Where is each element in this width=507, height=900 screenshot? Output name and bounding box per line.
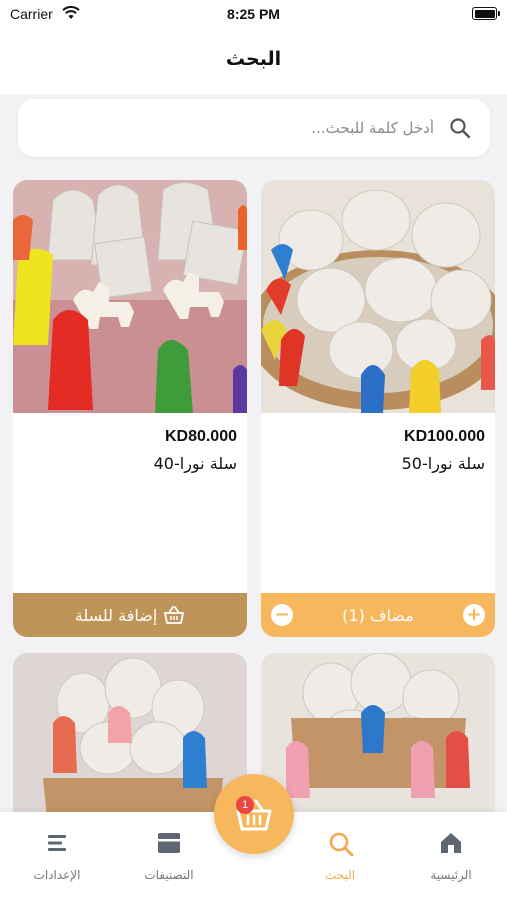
tab-home[interactable]: الرئيسية — [401, 812, 501, 892]
tab-settings[interactable]: الإعدادات — [7, 812, 107, 892]
cart-button[interactable]: 1 — [214, 774, 294, 854]
decrease-quantity-button[interactable]: − — [271, 604, 294, 626]
home-icon — [441, 833, 461, 853]
tab-label: البحث — [324, 868, 356, 882]
cart-count-badge: 1 — [236, 796, 254, 814]
tab-label: الإعدادات — [33, 868, 81, 882]
tab-categories[interactable]: التصنيفات — [119, 812, 219, 892]
tab-search[interactable]: البحث — [290, 812, 390, 892]
battery-icon — [472, 7, 500, 20]
search-bar[interactable] — [18, 99, 490, 157]
add-to-cart-button[interactable]: إضافة للسلة — [13, 593, 247, 637]
product-price: KD100.000 — [404, 428, 485, 445]
product-name: سلة نورا-50 — [401, 454, 485, 473]
status-time: 8:25 PM — [227, 6, 280, 22]
page-title: البحث — [225, 48, 282, 70]
tab-label: الرئيسية — [430, 868, 472, 882]
search-input[interactable] — [54, 113, 434, 143]
categories-icon — [158, 833, 180, 853]
add-to-cart-label: إضافة للسلة — [74, 605, 158, 625]
product-card[interactable]: KD80.000 سلة نورا-40 إضافة للسلة — [13, 180, 247, 637]
in-cart-label: مضاف (1) — [342, 605, 414, 625]
menu-icon — [48, 835, 66, 851]
product-name: سلة نورا-40 — [153, 454, 237, 473]
basket-icon — [164, 606, 185, 624]
status-bar: Carrier 8:25 PM — [0, 0, 507, 30]
header: البحث — [0, 30, 507, 94]
search-icon — [329, 832, 354, 857]
product-card[interactable]: KD100.000 سلة نورا-50 + مضاف (1) − — [261, 180, 495, 637]
product-image[interactable] — [13, 180, 247, 413]
product-price: KD80.000 — [164, 428, 237, 445]
increase-quantity-button[interactable]: + — [463, 604, 485, 626]
cart-quantity-control: + مضاف (1) − — [261, 593, 495, 637]
tab-label: التصنيفات — [144, 868, 194, 882]
product-image[interactable] — [261, 180, 495, 413]
search-icon — [450, 118, 471, 139]
